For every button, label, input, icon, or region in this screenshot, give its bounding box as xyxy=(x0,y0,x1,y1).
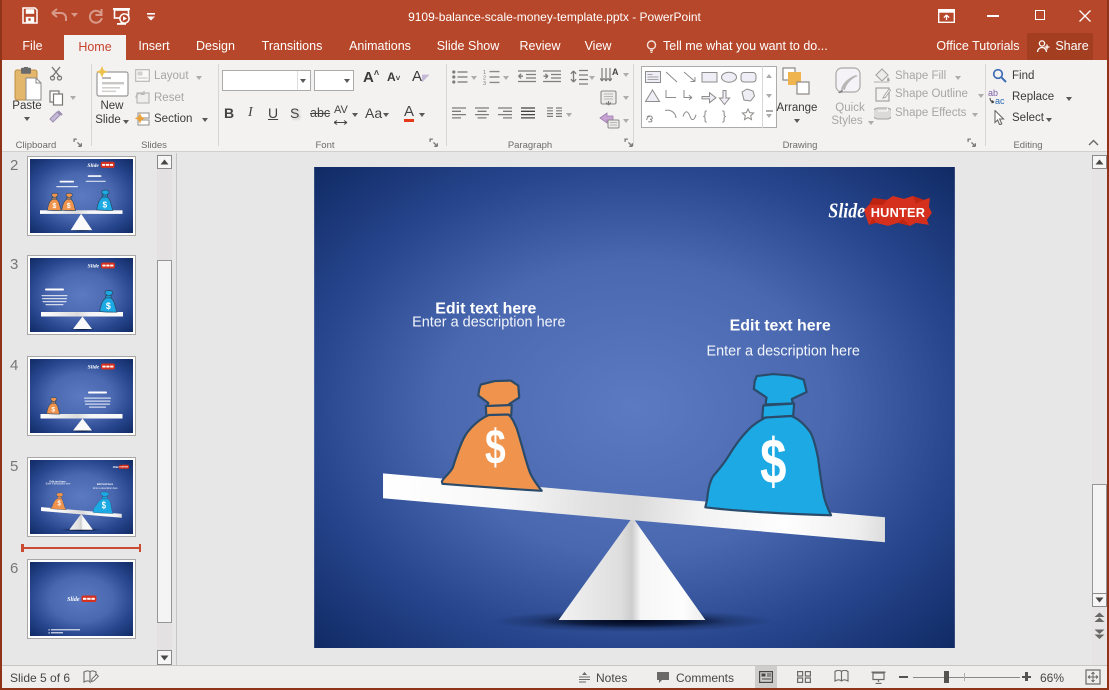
svg-text:3: 3 xyxy=(483,81,486,85)
svg-text:{: { xyxy=(703,109,707,123)
svg-text:}: } xyxy=(722,109,726,123)
svg-text:ac: ac xyxy=(995,96,1005,104)
svg-text:A: A xyxy=(612,67,619,77)
